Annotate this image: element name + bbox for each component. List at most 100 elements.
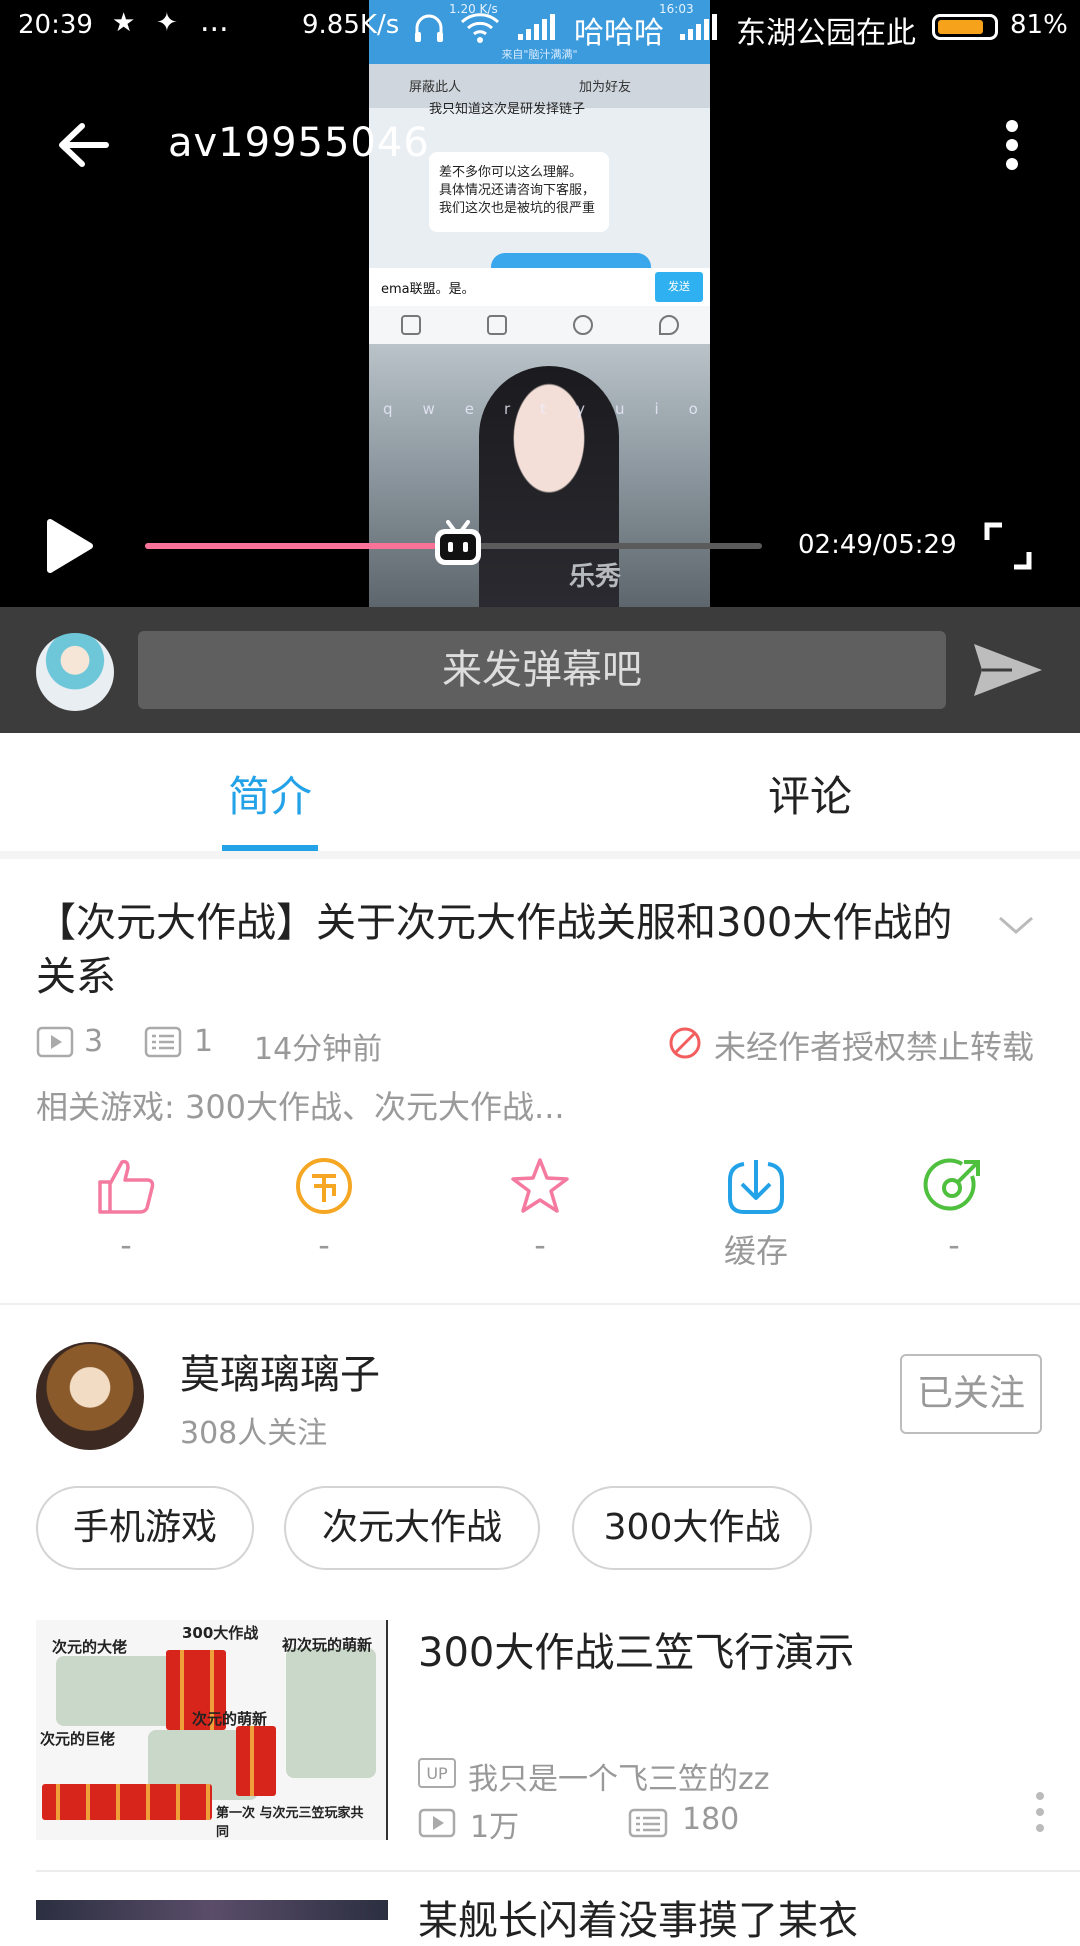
coin-button[interactable]: - (264, 1156, 384, 1266)
like-label: - (120, 1226, 132, 1264)
up-badge: UP (418, 1758, 456, 1788)
no-repost-icon (669, 1027, 701, 1059)
battery-icon (932, 14, 998, 40)
video-frame: 1.20 K/s 16:03 来自"脑汁满满" 屏蔽此人 加为好友 我只知道这次… (369, 0, 710, 607)
play-count: 3 (84, 1024, 104, 1059)
list-divider (36, 1870, 1080, 1872)
cache-button[interactable]: 缓存 (696, 1156, 816, 1270)
video-heading: 【次元大作战】关于次元大作战关服和300大作战的关系 (36, 900, 953, 1000)
frame-message-2: 差不多你可以这么理解。 具体情况还请咨询下客服，我们这次也是被坑的很严重 (429, 152, 609, 232)
thumb-text-a: 次元的大佬 (52, 1638, 128, 1656)
danmaku-count: 1 (194, 1024, 214, 1059)
frame-add-friend-label: 加为好友 (579, 80, 632, 95)
recommend-danmaku-count: 180 (682, 1802, 740, 1837)
battery-fill (938, 20, 983, 34)
recommend-title-2[interactable]: 某舰长闪着没事摸了某衣 (418, 1888, 858, 1946)
status-wifi-name: 东湖公园在此 (736, 16, 916, 51)
fullscreen-icon[interactable] (984, 522, 1032, 570)
danmaku-count-icon (628, 1808, 668, 1838)
tag-chip[interactable]: 手机游戏 (36, 1486, 254, 1570)
uploader-name[interactable]: 莫璃璃璃子 (180, 1342, 380, 1400)
video-title: av19955046 (168, 120, 430, 166)
frame-message-1: 我只知道这次是研发择链子 (429, 102, 586, 117)
coin-icon (296, 1158, 352, 1214)
status-time: 20:39 (18, 10, 93, 40)
send-danmaku-icon[interactable] (972, 640, 1044, 700)
tag-chip[interactable]: 次元大作战 (284, 1486, 540, 1570)
progress-fill (145, 543, 458, 549)
headphones-icon (415, 14, 443, 42)
status-app-icon-1: ★ (112, 8, 136, 38)
favorite-label: - (534, 1226, 546, 1264)
thumb-panel (56, 1656, 176, 1726)
recommend-uploader: 我只是一个飞三笠的zz (468, 1762, 770, 1797)
share-icon (923, 1158, 980, 1211)
more-options-icon[interactable] (1034, 1790, 1046, 1834)
tab-bar: 简介 评论 (0, 733, 1080, 852)
playback-time: 02:49/05:29 (798, 530, 957, 560)
wifi-icon (460, 13, 500, 43)
frame-emoji-icon (573, 315, 593, 335)
star-icon (511, 1158, 569, 1213)
tag-chip[interactable]: 300大作战 (572, 1486, 812, 1570)
status-app-icon-2: ✦ (156, 8, 178, 38)
frame-toolbar (369, 306, 710, 344)
danmaku-input[interactable]: 来发弹幕吧 (138, 631, 946, 709)
coin-label: - (318, 1226, 330, 1264)
related-games[interactable]: 相关游戏: 300大作战、次元大作战... (36, 1082, 565, 1128)
play-icon[interactable] (44, 516, 96, 576)
frame-input-text: ema联盟。是。 (381, 282, 475, 297)
section-divider (0, 851, 1080, 859)
video-player[interactable]: 1.20 K/s 16:03 来自"脑汁满满" 屏蔽此人 加为好友 我只知道这次… (0, 0, 1080, 607)
status-battery: 81% (1010, 10, 1068, 40)
tab-intro[interactable]: 简介 (228, 763, 312, 824)
frame-location-icon (659, 315, 679, 335)
thumbs-up-icon (98, 1159, 155, 1214)
thumb-border (386, 1620, 388, 1840)
chevron-down-icon[interactable] (996, 910, 1036, 940)
frame-send-button: 发送 (655, 272, 703, 302)
frame-camera-icon (487, 315, 507, 335)
thumb-cards (236, 1726, 276, 1796)
recommend-thumbnail-2[interactable] (36, 1900, 388, 1920)
thumb-panel (286, 1648, 376, 1778)
thumb-text-top: 300大作战 (182, 1624, 259, 1642)
thumb-cards (42, 1784, 212, 1820)
frame-block-label: 屏蔽此人 (409, 80, 462, 95)
frame-chat-input: ema联盟。是。 发送 (369, 268, 710, 306)
time-ago: 14分钟前 (254, 1032, 383, 1067)
thumb-text-bottom: 第一次 与次元三笠玩家共同 (216, 1806, 364, 1840)
frame-image-icon (401, 315, 421, 335)
cache-label: 缓存 (723, 1232, 788, 1270)
status-more-dots: ... (200, 4, 229, 39)
play-count-icon (418, 1808, 456, 1838)
progress-thumb-tv-icon[interactable] (432, 520, 484, 568)
thumb-text-c: 次元的萌新 (192, 1710, 268, 1728)
more-options-icon[interactable] (1002, 118, 1022, 172)
follow-button[interactable]: 已关注 (900, 1354, 1042, 1434)
like-button[interactable]: - (66, 1156, 186, 1266)
status-net-speed: 9.85K/s (302, 10, 400, 40)
frame-keyboard-keys: qwertyuiop (383, 400, 710, 418)
status-carrier: 哈哈哈 (574, 16, 664, 51)
share-button[interactable]: - (894, 1156, 1014, 1266)
recommend-title[interactable]: 300大作战三笠飞行演示 (418, 1620, 854, 1678)
play-count-icon (36, 1026, 74, 1058)
signal-icon (518, 14, 555, 40)
thumb-text-d: 次元的巨佬 (40, 1730, 116, 1748)
download-icon (728, 1160, 784, 1214)
user-avatar[interactable] (36, 633, 114, 711)
signal-icon-2 (680, 14, 717, 40)
share-label: - (948, 1226, 960, 1264)
uploader-avatar[interactable] (36, 1342, 144, 1450)
uploader-fans: 308人关注 (180, 1416, 328, 1451)
danmaku-count-icon (144, 1026, 182, 1058)
no-repost-notice: 未经作者授权禁止转载 (714, 1028, 1035, 1066)
tab-comments[interactable]: 评论 (768, 763, 852, 824)
back-arrow-icon[interactable] (56, 120, 112, 170)
favorite-button[interactable]: - (480, 1156, 600, 1266)
recommend-play-count: 1万 (470, 1810, 520, 1845)
section-divider-2 (0, 1303, 1080, 1305)
thumb-text-b: 初次玩的萌新 (282, 1636, 373, 1654)
recommend-thumbnail[interactable]: 300大作战 次元的大佬 初次玩的萌新 次元的萌新 次元的巨佬 第一次 与次元三… (36, 1620, 388, 1840)
